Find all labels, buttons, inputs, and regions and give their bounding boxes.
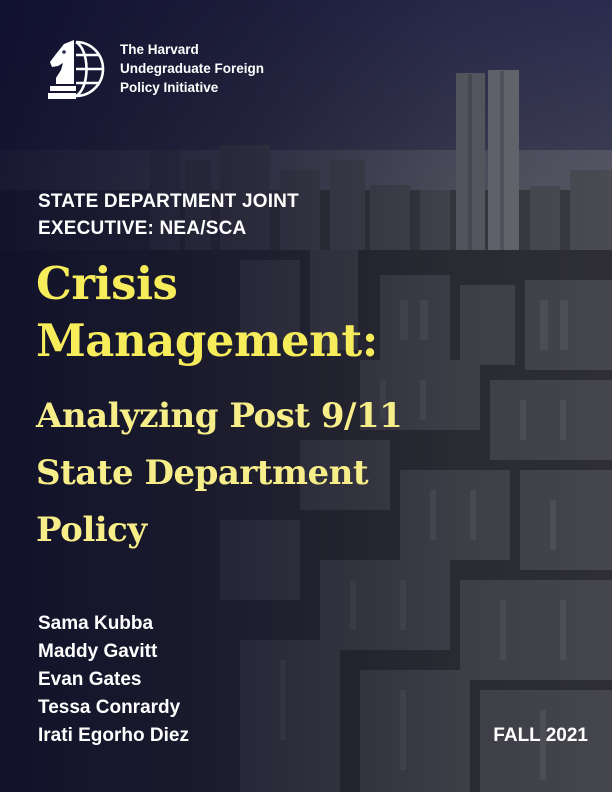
title-line: Management: [36, 314, 378, 367]
author-name: Tessa Conrardy [38, 697, 181, 718]
subtitle-line: State Department [36, 453, 369, 493]
organization-name-line: The Harvard [120, 42, 199, 57]
kicker-line: STATE DEPARTMENT JOINT [38, 191, 299, 212]
title-line: Crisis [36, 257, 178, 310]
organization-name-line: Policy Initiative [120, 80, 219, 95]
author-name: Irati Egorho Diez [38, 725, 189, 746]
report-title: Crisis Management: [36, 255, 556, 369]
subtitle-line: Policy [36, 510, 147, 550]
subtitle-line: Analyzing Post 9/11 [36, 396, 403, 436]
organization-name-line: Undegraduate Foreign [120, 61, 265, 76]
author-name: Evan Gates [38, 669, 142, 690]
report-cover: The Harvard Undegraduate Foreign Policy … [0, 0, 612, 792]
kicker-line: EXECUTIVE: NEA/SCA [38, 218, 247, 239]
organization-name: The Harvard Undegraduate Foreign Policy … [120, 40, 320, 97]
author-name: Sama Kubba [38, 613, 154, 634]
author-name: Maddy Gavitt [38, 641, 158, 662]
knight-globe-icon [48, 40, 105, 99]
publication-term: FALL 2021 [493, 725, 588, 746]
author-list: Sama Kubba Maddy Gavitt Evan Gates Tessa… [38, 610, 298, 750]
report-subtitle: Analyzing Post 9/11 State Department Pol… [36, 388, 556, 559]
report-kicker: STATE DEPARTMENT JOINT EXECUTIVE: NEA/SC… [38, 188, 438, 242]
